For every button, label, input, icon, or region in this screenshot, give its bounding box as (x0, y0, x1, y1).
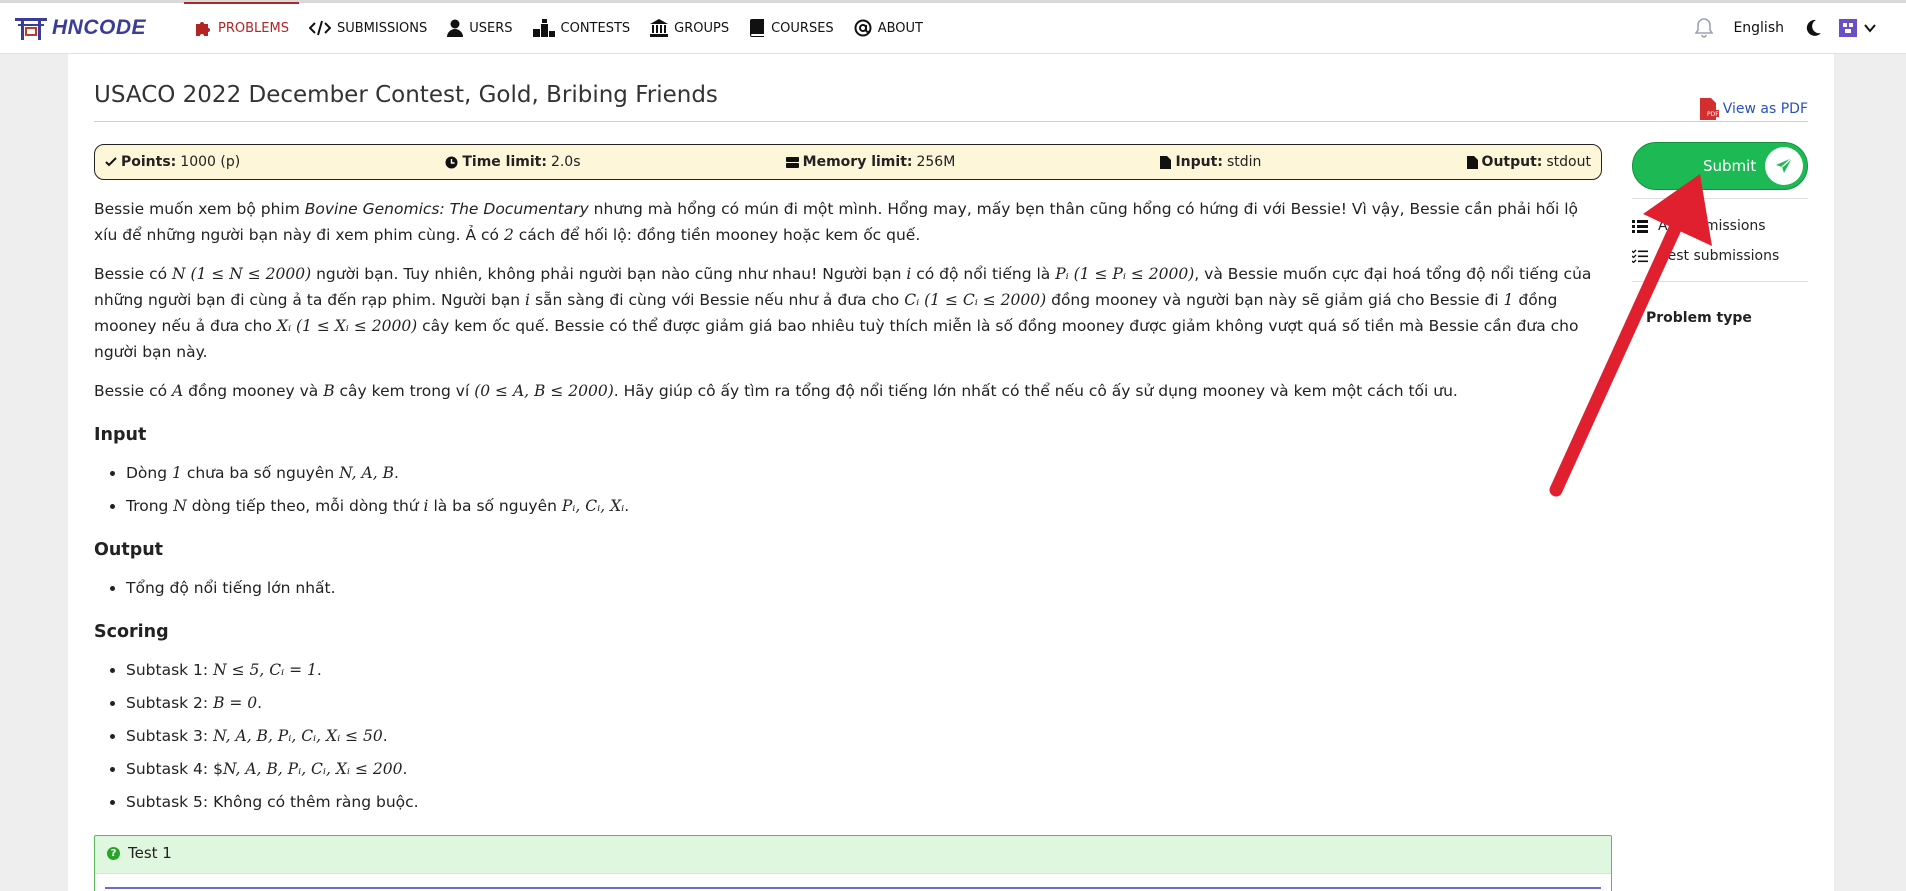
nav-courses[interactable]: COURSES (739, 3, 844, 54)
nav-courses-label: COURSES (771, 20, 834, 36)
scoring-list: Subtask 1: N ≤ 5, Cᵢ = 1. Subtask 2: B =… (94, 657, 1604, 815)
all-submissions-label: All submissions (1658, 218, 1766, 234)
time-limit-label: Time limit: (462, 154, 547, 170)
list-item: Subtask 2: B = 0. (126, 690, 1604, 716)
question-icon: ? (107, 846, 120, 860)
output-heading: Output (94, 540, 164, 560)
top-navbar: HNCODE PROBLEMS SUBMISSIONS USERS CONTES… (0, 0, 1906, 54)
chevron-right-icon (1633, 312, 1641, 324)
statement-paragraph-1: Bessie muốn xem bộ phim Bovine Genomics:… (94, 200, 1579, 244)
pdf-icon: PDF (1699, 97, 1719, 120)
nav-submissions-label: SUBMISSIONS (336, 20, 428, 36)
sidebar-divider (1632, 198, 1808, 199)
input-value: stdin (1226, 154, 1262, 170)
file-icon (1466, 155, 1478, 169)
nav-problems[interactable]: PROBLEMS (184, 1, 299, 53)
user-icon (447, 19, 464, 37)
page-title: USACO 2022 December Contest, Gold, Bribi… (94, 82, 718, 108)
problem-page: USACO 2022 December Contest, Gold, Bribi… (68, 54, 1834, 891)
input-info: Input: stdin (1160, 154, 1261, 170)
memory-limit-label: Memory limit: (802, 154, 913, 170)
file-icon (1160, 155, 1172, 169)
logo-text: HNCODE (52, 16, 147, 39)
nav-contests[interactable]: CONTESTS (523, 3, 641, 54)
output-list: Tổng độ nổi tiếng lớn nhất. (94, 575, 1604, 601)
server-icon (785, 156, 799, 168)
avatar-menu[interactable] (1836, 16, 1876, 40)
nav-about[interactable]: ABOUT (844, 3, 933, 54)
test-case-label: Test 1 (128, 844, 172, 862)
puzzle-icon (196, 22, 210, 36)
nav-users[interactable]: USERS (437, 3, 522, 54)
list-item: Trong N dòng tiếp theo, mỗi dòng thứ i l… (126, 493, 1604, 519)
language-selector[interactable]: English (1733, 20, 1784, 36)
list-item: Subtask 3: N, A, B, Pᵢ, Cᵢ, Xᵢ ≤ 50. (126, 723, 1604, 749)
nav-users-label: USERS (469, 20, 513, 36)
time-limit-info: Time limit: 2.0s (445, 154, 581, 170)
institution-icon (650, 19, 669, 37)
test-case-divider (105, 887, 1601, 889)
sidebar-divider (1632, 281, 1808, 282)
points-value: 1000 (p) (180, 154, 241, 170)
title-row: USACO 2022 December Contest, Gold, Bribi… (94, 82, 1808, 122)
scoring-heading: Scoring (94, 622, 169, 642)
podium-icon (532, 19, 555, 37)
checklist-icon (1632, 249, 1648, 263)
output-label: Output: (1481, 154, 1543, 170)
test-case-header[interactable]: ? Test 1 (95, 836, 1611, 870)
list-item: Tổng độ nổi tiếng lớn nhất. (126, 575, 1604, 601)
problem-sidebar: Submit All submissions Best submissions … (1632, 142, 1808, 326)
list-item: Subtask 1: N ≤ 5, Cᵢ = 1. (126, 657, 1604, 683)
problem-info-bar: Points: 1000 (p) Time limit: 2.0s Memory l… (94, 144, 1602, 180)
output-info: Output: stdout (1466, 154, 1591, 170)
main-nav: PROBLEMS SUBMISSIONS USERS CONTESTS GROU… (184, 1, 933, 54)
input-label: Input: (1175, 154, 1223, 170)
nav-about-label: ABOUT (877, 20, 923, 36)
submit-button[interactable]: Submit (1632, 142, 1808, 190)
at-icon (854, 19, 872, 37)
send-icon (1765, 147, 1803, 185)
list-item: Subtask 4: $N, A, B, Pᵢ, Cᵢ, Xᵢ ≤ 200. (126, 756, 1604, 782)
bell-icon[interactable] (1695, 18, 1714, 38)
problem-type-label: Problem type (1646, 310, 1752, 326)
submit-label: Submit (1703, 157, 1757, 175)
site-logo[interactable]: HNCODE (14, 15, 184, 41)
chevron-down-icon (1864, 24, 1876, 33)
input-list: Dòng 1 chưa ba số nguyên N, A, B. Trong … (94, 460, 1604, 519)
points-label: Points: (121, 154, 177, 170)
best-submissions-link[interactable]: Best submissions (1632, 241, 1808, 271)
list-item: Dòng 1 chưa ba số nguyên N, A, B. (126, 460, 1604, 486)
points-info: Points: 1000 (p) (105, 154, 240, 170)
check-icon (105, 157, 117, 167)
list-item: Subtask 5: Không có thêm ràng buộc. (126, 789, 1604, 815)
svg-text:PDF: PDF (1707, 111, 1719, 118)
statement-paragraph-3: Bessie có A đồng mooney và B cây kem tro… (94, 382, 1458, 400)
all-submissions-link[interactable]: All submissions (1632, 211, 1808, 241)
gate-logo-icon (15, 18, 47, 40)
nav-right: English (1675, 16, 1906, 40)
view-as-pdf-link[interactable]: PDF View as PDF (1697, 82, 1808, 121)
moon-icon[interactable] (1804, 19, 1822, 37)
nav-submissions[interactable]: SUBMISSIONS (299, 3, 437, 54)
code-icon (308, 20, 331, 36)
memory-limit-value: 256M (916, 154, 956, 170)
time-limit-value: 2.0s (550, 154, 581, 170)
input-heading: Input (94, 425, 147, 445)
book-icon (750, 19, 765, 37)
view-as-pdf-label: View as PDF (1722, 100, 1808, 117)
test-case-box: ? Test 1 (94, 835, 1612, 891)
avatar (1836, 16, 1860, 40)
clock-icon (445, 156, 458, 168)
nav-groups-label: GROUPS (674, 20, 730, 36)
best-submissions-label: Best submissions (1658, 248, 1780, 264)
nav-contests-label: CONTESTS (560, 20, 631, 36)
nav-groups[interactable]: GROUPS (640, 3, 739, 54)
list-icon (1632, 220, 1648, 233)
output-value: stdout (1546, 154, 1591, 170)
memory-limit-info: Memory limit: 256M (785, 154, 956, 170)
problem-statement: Bessie muốn xem bộ phim Bovine Genomics:… (94, 196, 1604, 822)
nav-problems-label: PROBLEMS (218, 20, 289, 36)
statement-paragraph-2: Bessie có N (1 ≤ N ≤ 2000) người bạn. Tu… (94, 265, 1592, 361)
problem-type-toggle[interactable]: Problem type (1632, 310, 1808, 326)
